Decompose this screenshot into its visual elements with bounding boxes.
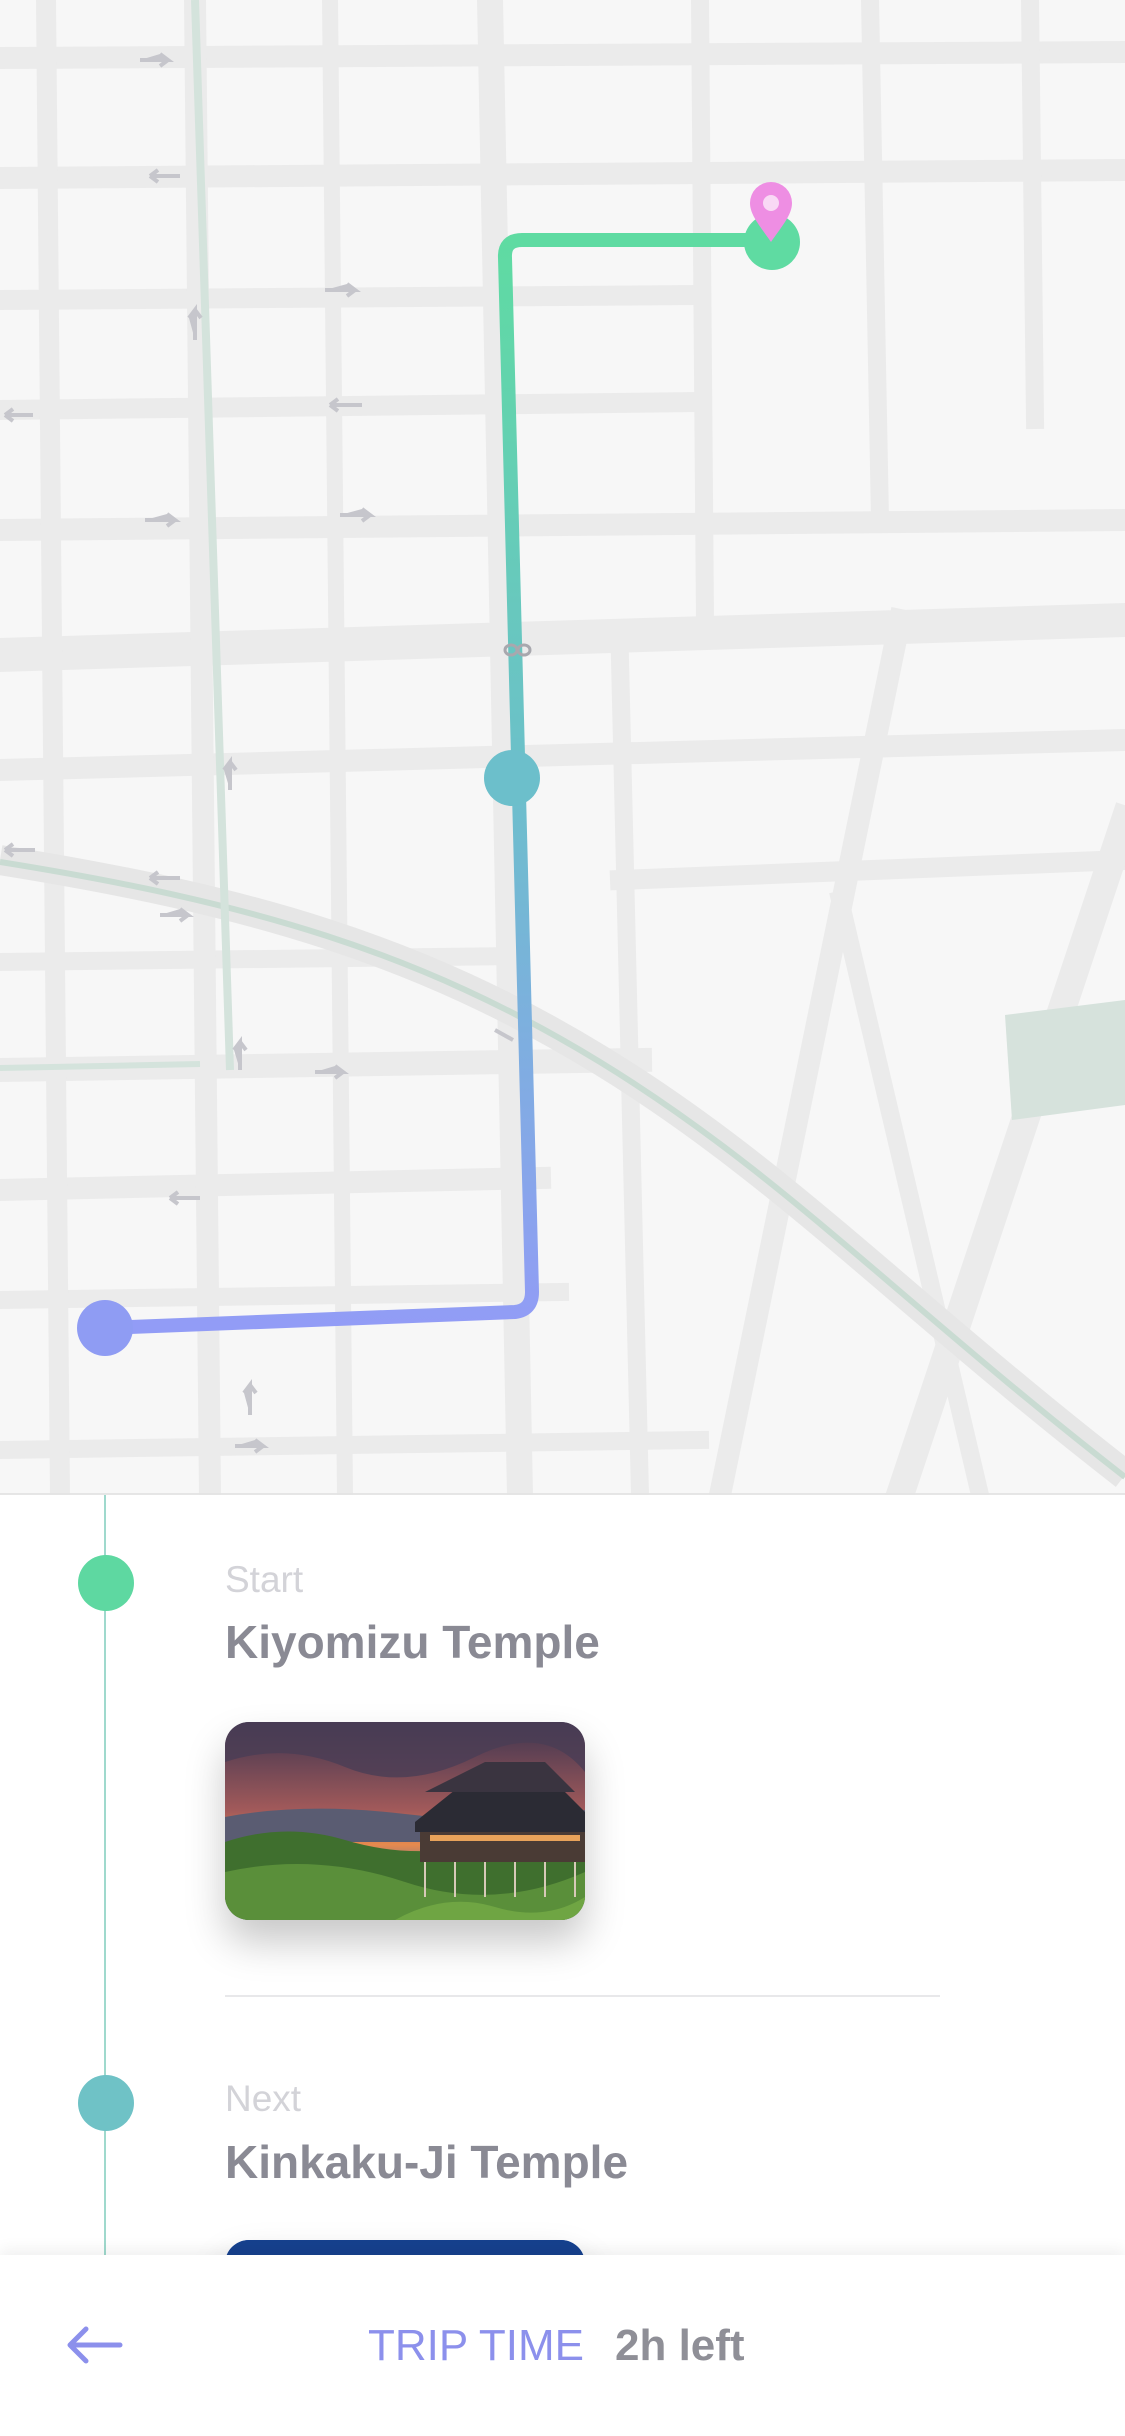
stop-2-dot xyxy=(78,2075,134,2131)
map-streets xyxy=(0,0,1125,1495)
trip-time-label: TRIP TIME xyxy=(368,2321,584,2370)
trip-time-value: 2h left xyxy=(615,2321,745,2370)
stop-1-photo[interactable] xyxy=(225,1722,585,1920)
stop-1-caption: Start xyxy=(225,1559,304,1600)
route-waypoint-dot[interactable] xyxy=(484,750,540,806)
stop-2-photo[interactable] xyxy=(225,2240,585,2255)
temple-photo-image xyxy=(225,2240,585,2255)
stop-1-dot xyxy=(78,1555,134,1611)
trip-time-bar: TRIP TIME 2h left xyxy=(0,2255,1125,2436)
back-button[interactable] xyxy=(60,2315,130,2375)
park-area xyxy=(1005,1000,1125,1120)
route-map[interactable] xyxy=(0,0,1125,1495)
arrow-left-icon xyxy=(67,2326,123,2364)
itinerary-list[interactable]: Start Kiyomizu Temple Next Kinkaku-Ji Te… xyxy=(0,1495,1125,2255)
side-road xyxy=(0,1061,201,1071)
stop-2-title[interactable]: Kinkaku-Ji Temple xyxy=(225,2135,628,2189)
map-canvas xyxy=(0,0,1125,1495)
stop-1-title[interactable]: Kiyomizu Temple xyxy=(225,1615,600,1669)
route-start-dot[interactable] xyxy=(77,1300,133,1356)
temple-photo-image xyxy=(225,1722,585,1920)
stop-2-caption: Next xyxy=(225,2078,302,2119)
stop-divider xyxy=(225,1995,940,1997)
